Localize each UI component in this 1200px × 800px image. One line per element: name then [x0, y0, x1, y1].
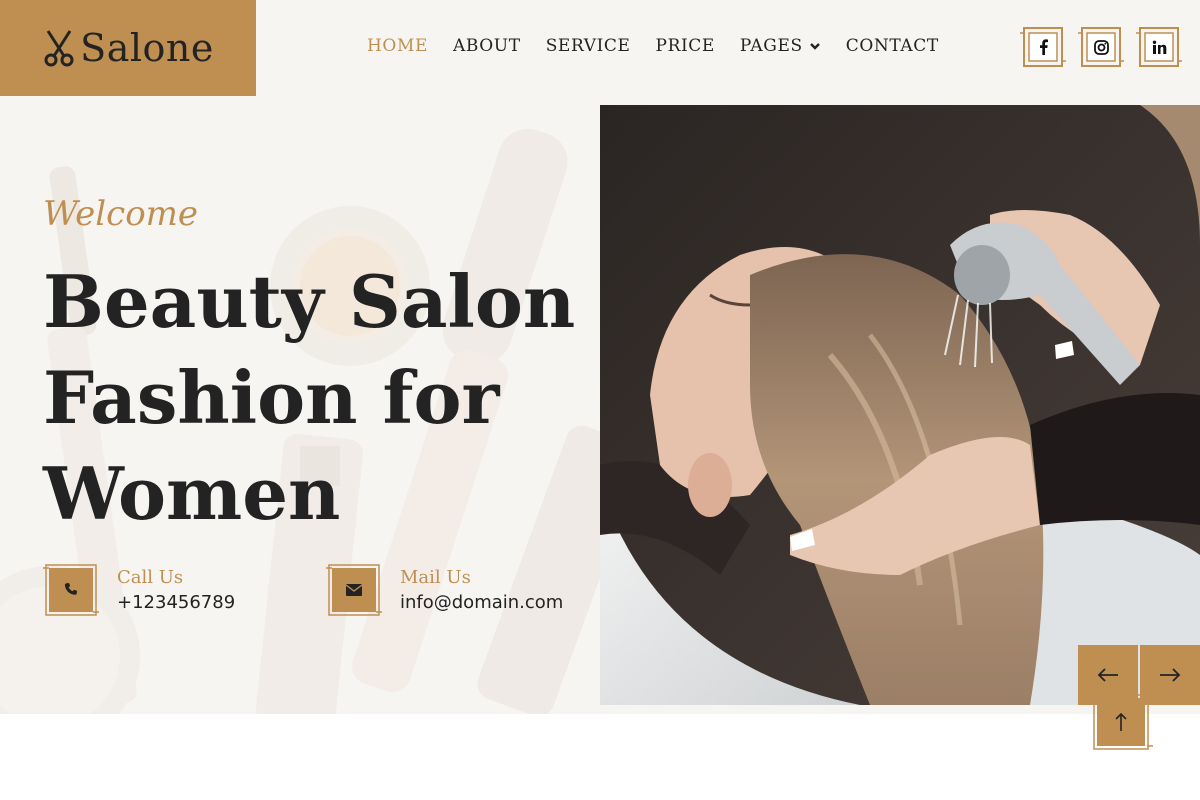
site-header: Salone HOME ABOUT SERVICE PRICE PAGES CO…: [0, 0, 1200, 96]
nav-home-label: HOME: [367, 36, 428, 56]
social-links: [1020, 24, 1182, 70]
arrow-left-icon: [1097, 668, 1118, 682]
nav-about[interactable]: ABOUT: [453, 36, 521, 56]
linkedin-link[interactable]: [1136, 24, 1182, 70]
linkedin-icon: [1145, 33, 1173, 61]
nav-about-label: ABOUT: [452, 36, 521, 56]
email-address[interactable]: info@domain.com: [400, 592, 563, 613]
envelope-icon: [332, 568, 376, 612]
hero-image: [600, 105, 1200, 705]
nav-service-label: SERVICE: [545, 36, 631, 56]
instagram-icon: [1087, 33, 1115, 61]
phone-icon: [49, 568, 93, 612]
facebook-link[interactable]: [1020, 24, 1066, 70]
hero-section: Welcome Beauty Salon Fashion for Women C…: [0, 96, 1200, 714]
nav-contact[interactable]: CONTACT: [846, 36, 939, 56]
mail-us-label: Mail Us: [400, 567, 471, 588]
scissors-icon: [44, 30, 74, 67]
welcome-text: Welcome: [43, 194, 199, 234]
nav-contact-label: CONTACT: [845, 36, 939, 56]
chevron-down-icon: [809, 43, 820, 50]
mail-icon-box: [326, 562, 382, 618]
brand-name: Salone: [80, 26, 214, 70]
hero-title: Beauty Salon Fashion for Women: [43, 259, 576, 536]
main-nav: HOME ABOUT SERVICE PRICE PAGES CONTACT: [367, 36, 939, 56]
facebook-icon: [1029, 33, 1057, 61]
mail-us-block: Mail Us info@domain.com: [326, 562, 563, 618]
nav-price[interactable]: PRICE: [656, 36, 715, 56]
hair-washing-photo: [600, 105, 1200, 705]
phone-number[interactable]: +123456789: [117, 592, 235, 613]
phone-icon-box: [43, 562, 99, 618]
call-us-block: Call Us +123456789: [43, 562, 235, 618]
nav-home[interactable]: HOME: [367, 36, 428, 56]
call-us-label: Call Us: [117, 567, 184, 588]
arrow-up-icon: [1097, 698, 1145, 746]
instagram-link[interactable]: [1078, 24, 1124, 70]
nav-pages-label: PAGES: [739, 36, 803, 56]
nav-pages-dropdown[interactable]: PAGES: [740, 36, 821, 56]
brand-logo[interactable]: Salone: [0, 0, 256, 96]
arrow-right-icon: [1160, 668, 1181, 682]
nav-price-label: PRICE: [655, 36, 715, 56]
nav-service[interactable]: SERVICE: [546, 36, 631, 56]
back-to-top-button[interactable]: [1089, 690, 1153, 754]
